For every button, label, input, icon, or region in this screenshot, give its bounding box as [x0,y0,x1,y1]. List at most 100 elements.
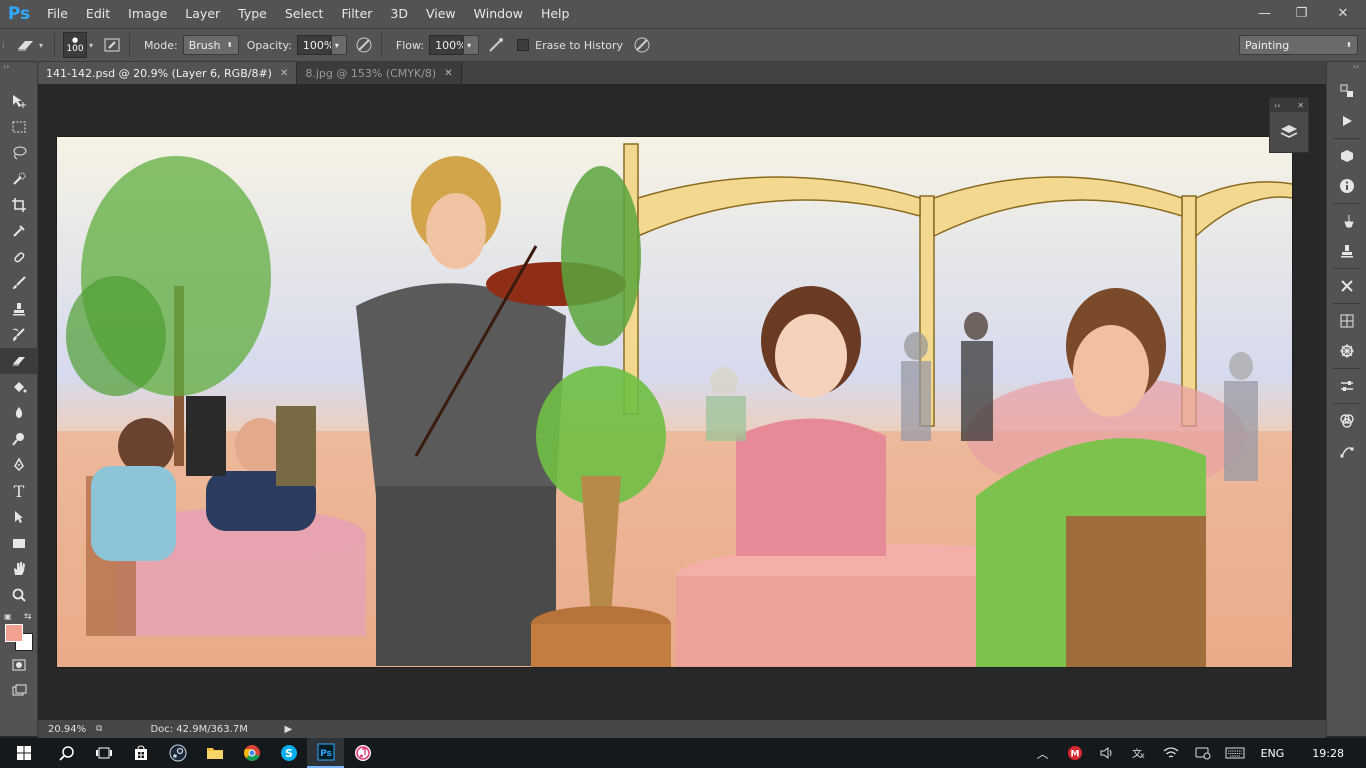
menu-3d[interactable]: 3D [381,0,417,28]
actions-play-icon[interactable] [1327,106,1366,136]
menu-file[interactable]: File [38,0,77,28]
clone-stamp-tool[interactable] [0,296,38,322]
zoom-level[interactable]: 20.94% [38,724,90,735]
info-icon[interactable] [1327,171,1366,201]
marquee-tool[interactable] [0,114,38,140]
swap-colors-icon[interactable]: ⇆ [24,612,32,622]
skype-icon[interactable]: S [270,738,307,768]
opacity-input[interactable]: 100% [296,35,334,55]
expand-panel-icon[interactable]: ›› [1274,101,1280,110]
hand-tool[interactable] [0,556,38,582]
swatches-grid-icon[interactable] [1327,306,1366,336]
brush-preset-picker[interactable]: ● 100 ▾ [63,32,93,58]
status-menu-arrow-icon[interactable]: ▶ [284,724,292,735]
file-explorer-icon[interactable] [196,738,233,768]
menu-filter[interactable]: Filter [332,0,381,28]
clone-source-icon[interactable] [1327,236,1366,266]
3d-panel-icon[interactable] [1327,141,1366,171]
restore-button[interactable]: ❐ [1283,0,1320,26]
menu-select[interactable]: Select [276,0,333,28]
history-brush-tool[interactable] [0,322,38,348]
panel-collapse-icon[interactable]: ‹‹ [1327,62,1366,76]
airbrush-icon[interactable] [485,34,507,56]
flow-input[interactable]: 100% [429,35,467,55]
erase-history-option[interactable]: Erase to History [517,39,623,52]
default-colors-icon[interactable]: ▣ [4,612,12,621]
paint-bucket-tool[interactable] [0,374,38,400]
menu-layer[interactable]: Layer [176,0,229,28]
pressure-size-icon[interactable] [631,34,653,56]
pressure-opacity-icon[interactable] [353,34,375,56]
crop-tool[interactable] [0,192,38,218]
history-panel-icon[interactable] [1327,76,1366,106]
rectangle-tool[interactable] [0,530,38,556]
panel-header: ›› ✕ [1270,98,1308,112]
pen-tool[interactable] [0,452,38,478]
menu-view[interactable]: View [417,0,465,28]
task-view-icon[interactable] [85,738,122,768]
clock[interactable]: 19:28 [1294,747,1366,760]
keyboard-icon[interactable] [1219,738,1251,768]
workspace-select[interactable]: Painting ⬍ [1239,35,1358,55]
path-selection-tool[interactable] [0,504,38,530]
windows-start-icon[interactable] [0,738,48,768]
opacity-dropdown[interactable]: ▾ [330,35,347,55]
channels-icon[interactable] [1327,406,1366,436]
menu-type[interactable]: Type [229,0,276,28]
panel-collapse-icon[interactable]: ›› [0,62,37,76]
language-indicator[interactable]: ENG [1251,747,1295,760]
mode-select[interactable]: Brush ⬍ [182,35,239,55]
flow-dropdown[interactable]: ▾ [463,35,480,55]
menu-window[interactable]: Window [465,0,532,28]
close-icon[interactable]: ✕ [280,68,288,79]
language-bar-icon[interactable]: 文x [1123,738,1155,768]
volume-icon[interactable] [1091,738,1123,768]
foreground-color-swatch[interactable] [5,624,23,642]
navigator-wheel-icon[interactable] [1327,336,1366,366]
move-tool[interactable] [0,88,38,114]
brush-tool[interactable] [0,270,38,296]
search-icon[interactable] [48,738,85,768]
brush-presets-icon[interactable] [1327,206,1366,236]
screen-mode-icon[interactable] [0,678,38,704]
brush-panel-icon[interactable] [101,34,123,56]
menu-edit[interactable]: Edit [77,0,119,28]
blur-tool[interactable] [0,400,38,426]
minimize-button[interactable]: — [1246,0,1283,26]
photoshop-icon[interactable]: Ps [307,738,344,768]
erase-history-checkbox[interactable] [517,39,530,51]
close-button[interactable]: ✕ [1320,0,1366,26]
eraser-tool[interactable] [0,348,38,374]
close-icon[interactable]: ✕ [1297,101,1304,110]
chrome-icon[interactable] [233,738,270,768]
menu-help[interactable]: Help [532,0,579,28]
store-icon[interactable] [122,738,159,768]
close-icon[interactable]: ✕ [444,68,452,79]
tab-psd-document[interactable]: 141-142.psd @ 20.9% (Layer 6, RGB/8#) ✕ [38,62,298,84]
notification-sync-icon[interactable] [1187,738,1219,768]
tab-jpg-document[interactable]: 8.jpg @ 153% (CMYK/8) ✕ [297,62,462,84]
artwork-canvas[interactable] [56,136,1293,668]
quick-mask-icon[interactable] [0,652,38,678]
wifi-icon[interactable] [1155,738,1187,768]
adjustments-sliders-icon[interactable] [1327,371,1366,401]
canvas-area[interactable] [38,84,1326,720]
steam-icon[interactable] [159,738,196,768]
status-info-icon[interactable]: ⧉ [96,724,102,734]
dodge-tool[interactable] [0,426,38,452]
show-hidden-icons-icon[interactable]: ︿ [1027,738,1059,768]
itunes-icon[interactable] [344,738,381,768]
layers-icon[interactable] [1270,112,1308,152]
healing-brush-tool[interactable] [0,244,38,270]
zoom-tool[interactable] [0,582,38,608]
lasso-tool[interactable] [0,140,38,166]
menu-image[interactable]: Image [119,0,176,28]
type-tool[interactable]: T [0,478,38,504]
quick-select-tool[interactable] [0,166,38,192]
mega-icon[interactable]: M [1059,738,1091,768]
paths-icon[interactable] [1327,436,1366,466]
eyedropper-tool[interactable] [0,218,38,244]
separator [1333,268,1360,269]
tool-presets-icon[interactable] [1327,271,1366,301]
eraser-tool-preset-icon[interactable]: ▾ [10,34,48,56]
